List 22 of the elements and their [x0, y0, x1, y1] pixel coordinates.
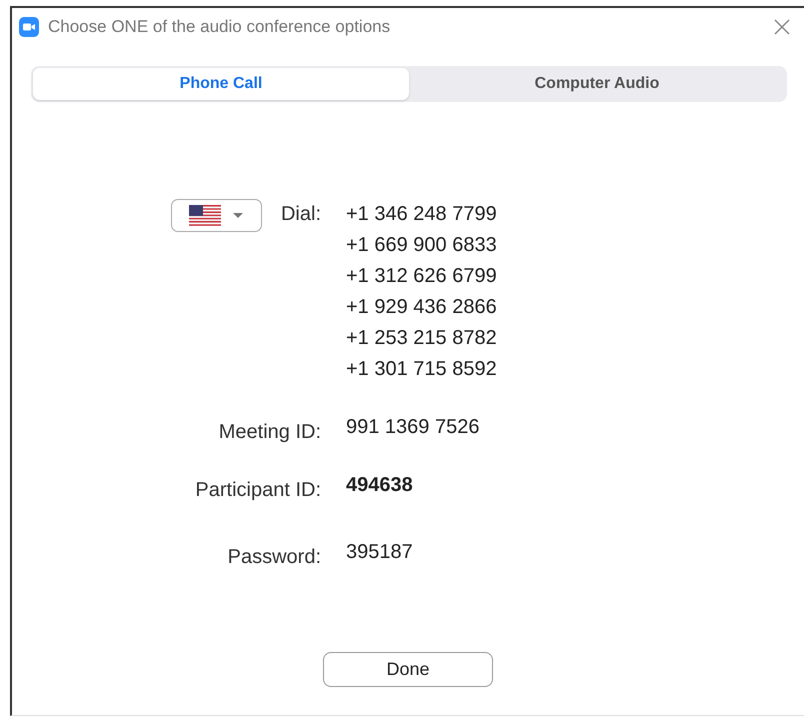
field-value: 395187	[346, 540, 414, 565]
phone-number: +1 929 436 2866	[346, 295, 498, 320]
flag-icon	[189, 204, 222, 226]
video-camera-icon	[19, 17, 39, 37]
phone-number: +1 253 215 8782	[346, 326, 498, 351]
field-value: 494638	[346, 473, 414, 498]
window-title: Choose ONE of the audio conference options	[48, 16, 390, 38]
tab[interactable]: Phone Call	[33, 68, 409, 100]
done-button[interactable]: Done	[323, 652, 493, 687]
phone-number: +1 346 248 7799	[346, 202, 498, 227]
country-dropdown[interactable]	[170, 199, 262, 232]
phone-number: +1 312 626 6799	[346, 264, 498, 289]
phone-number: +1 669 900 6833	[346, 233, 498, 258]
phone-number: +1 301 715 8592	[346, 357, 498, 382]
caret-icon	[233, 213, 244, 218]
field-label: Password:	[226, 545, 321, 570]
tab[interactable]: Computer Audio	[409, 68, 785, 100]
dial-label: Dial:	[280, 202, 321, 227]
field-label: Participant ID:	[194, 478, 321, 503]
field-value: 991 1369 7526	[346, 415, 480, 440]
close-icon	[774, 19, 790, 35]
field-label: Meeting ID:	[218, 420, 321, 445]
